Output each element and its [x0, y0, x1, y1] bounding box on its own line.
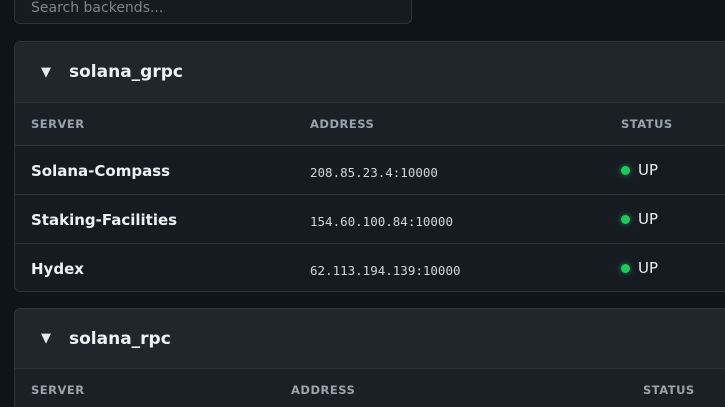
- column-header-server: SERVER: [31, 383, 85, 397]
- status-text: UP: [638, 210, 659, 228]
- table-body: Solana-Compass 208.85.23.4:10000 UP Stak…: [15, 146, 725, 291]
- status-badge: UP: [621, 161, 658, 179]
- collapse-triangle-icon[interactable]: ▼: [41, 65, 55, 80]
- table-header: SERVER ADDRESS STATUS: [15, 369, 725, 407]
- column-header-address: ADDRESS: [310, 117, 375, 131]
- server-name: Staking-Facilities: [31, 211, 178, 229]
- status-dot-icon: [621, 214, 630, 224]
- status-text: UP: [638, 259, 659, 277]
- group-name: solana_rpc: [69, 328, 171, 349]
- collapse-triangle-icon[interactable]: ▼: [41, 331, 55, 346]
- table-row[interactable]: Staking-Facilities 154.60.100.84:10000 U…: [15, 195, 725, 244]
- group-header[interactable]: ▼ solana_rpc: [15, 309, 725, 369]
- column-header-status: STATUS: [643, 383, 695, 397]
- server-address: 154.60.100.84:10000: [310, 214, 453, 229]
- group-header[interactable]: ▼ solana_grpc: [15, 42, 725, 103]
- status-badge: UP: [621, 210, 658, 228]
- column-header-status: STATUS: [621, 117, 673, 131]
- server-address: 208.85.23.4:10000: [310, 165, 438, 180]
- status-dot-icon: [621, 263, 630, 273]
- server-name: Hydex: [31, 260, 84, 278]
- table-header: SERVER ADDRESS STATUS: [15, 103, 725, 146]
- table-row[interactable]: Hydex 62.113.194.139:10000 UP: [15, 244, 725, 291]
- status-text: UP: [638, 161, 659, 179]
- status-dot-icon: [621, 165, 630, 175]
- column-header-server: SERVER: [31, 117, 85, 131]
- status-badge: UP: [621, 259, 658, 277]
- backend-group-solana-rpc: ▼ solana_rpc SERVER ADDRESS STATUS: [14, 308, 725, 407]
- server-address: 62.113.194.139:10000: [310, 263, 461, 278]
- column-header-address: ADDRESS: [291, 383, 356, 397]
- search-input[interactable]: [31, 0, 395, 16]
- backend-group-solana-grpc: ▼ solana_grpc SERVER ADDRESS STATUS Sola…: [14, 41, 725, 292]
- server-name: Solana-Compass: [31, 162, 171, 180]
- backends-page: ▼ solana_grpc SERVER ADDRESS STATUS Sola…: [0, 0, 725, 407]
- table-row[interactable]: Solana-Compass 208.85.23.4:10000 UP: [15, 146, 725, 195]
- search-box[interactable]: [14, 0, 412, 24]
- group-name: solana_grpc: [69, 62, 183, 82]
